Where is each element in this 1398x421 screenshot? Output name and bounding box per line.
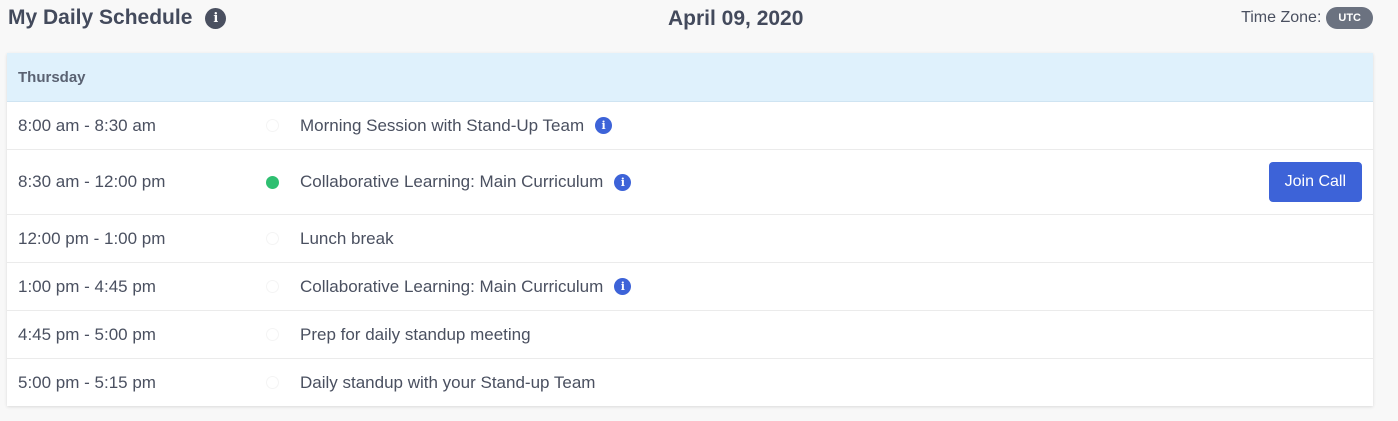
schedule-row: 5:00 pm - 5:15 pm Daily standup with you…	[7, 359, 1373, 406]
status-dot-active	[266, 175, 279, 189]
event-title: Morning Session with Stand-Up Team	[300, 115, 585, 135]
schedule-row: 12:00 pm - 1:00 pm Lunch break	[7, 215, 1373, 263]
event-time: 8:00 am - 8:30 am	[18, 115, 156, 135]
timezone-label: Time Zone:	[1241, 9, 1322, 26]
event-title: Daily standup with your Stand-up Team	[300, 372, 596, 392]
schedule-row: 4:45 pm - 5:00 pm Prep for daily standup…	[7, 311, 1373, 359]
schedule-row: 8:30 am - 12:00 pm Collaborative Learnin…	[7, 150, 1373, 215]
info-icon[interactable]: i	[614, 278, 632, 295]
event-title: Lunch break	[300, 228, 394, 248]
status-dot	[266, 119, 279, 132]
schedule-row: 1:00 pm - 4:45 pm Collaborative Learning…	[7, 263, 1373, 311]
event-time: 5:00 pm - 5:15 pm	[18, 372, 156, 392]
event-time: 12:00 pm - 1:00 pm	[18, 228, 166, 248]
timezone-badge[interactable]: UTC	[1326, 7, 1373, 29]
status-dot	[266, 376, 279, 389]
event-time: 1:00 pm - 4:45 pm	[18, 276, 156, 296]
schedule-row: 8:00 am - 8:30 am Morning Session with S…	[7, 102, 1373, 150]
status-dot	[266, 232, 279, 245]
join-call-button[interactable]: Join Call	[1268, 162, 1362, 202]
schedule-date: April 09, 2020	[668, 7, 804, 30]
event-title: Collaborative Learning: Main Curriculum	[300, 172, 604, 191]
status-dot	[266, 328, 279, 341]
timezone-selector: Time Zone: UTC	[1241, 7, 1373, 29]
info-icon[interactable]: i	[595, 117, 613, 134]
page-title-group: My Daily Schedule i	[8, 6, 227, 30]
event-title: Prep for daily standup meeting	[300, 324, 531, 344]
page-header: My Daily Schedule i April 09, 2020 Time …	[0, 0, 1398, 40]
event-time: 4:45 pm - 5:00 pm	[18, 324, 156, 344]
page-title: My Daily Schedule	[8, 6, 193, 29]
day-header: Thursday	[7, 53, 1373, 102]
status-dot	[266, 280, 279, 293]
event-time: 8:30 am - 12:00 pm	[18, 172, 166, 191]
info-icon[interactable]: i	[614, 173, 632, 191]
event-title: Collaborative Learning: Main Curriculum	[300, 276, 604, 296]
info-icon[interactable]: i	[205, 7, 227, 29]
schedule-card: Thursday 8:00 am - 8:30 am Morning Sessi…	[7, 53, 1373, 406]
